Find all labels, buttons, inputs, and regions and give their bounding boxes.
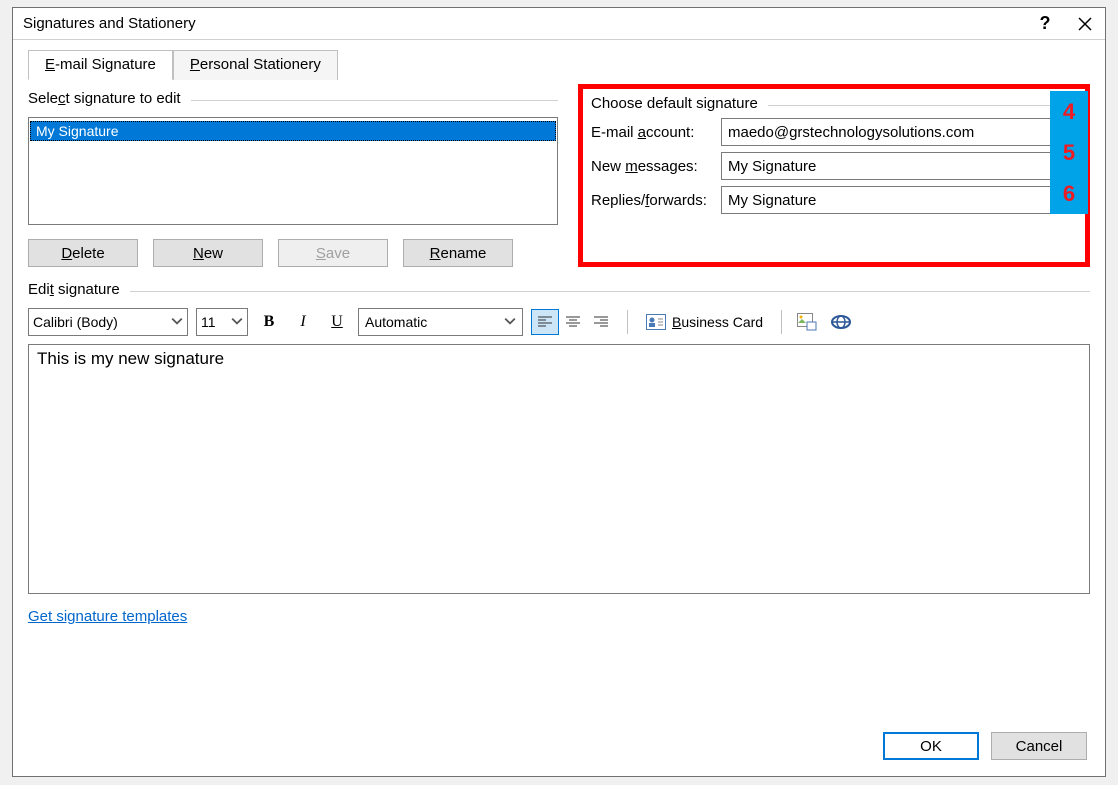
delete-button[interactable]: Delete xyxy=(28,239,138,267)
font-dropdown[interactable]: Calibri (Body) xyxy=(28,308,188,336)
chevron-down-icon xyxy=(171,314,183,330)
align-center-icon xyxy=(565,315,581,329)
editor-text: This is my new signature xyxy=(37,349,1081,369)
formatting-toolbar: Calibri (Body) 11 B I U Automatic Busine… xyxy=(28,306,1090,338)
chevron-down-icon xyxy=(504,314,516,330)
separator xyxy=(627,310,628,334)
align-right-icon xyxy=(593,315,609,329)
align-left-button[interactable] xyxy=(531,309,559,335)
close-icon xyxy=(1078,17,1092,31)
tab-content: Select signature to edit My Signature De… xyxy=(28,80,1090,625)
new-messages-dropdown[interactable]: My Signature xyxy=(721,152,1077,180)
rename-button[interactable]: Rename xyxy=(403,239,513,267)
select-signature-label: Select signature to edit xyxy=(28,90,558,107)
align-left-icon xyxy=(537,315,553,329)
save-button: Save xyxy=(278,239,388,267)
font-size-dropdown[interactable]: 11 xyxy=(196,308,248,336)
replies-forwards-dropdown[interactable]: My Signature xyxy=(721,186,1077,214)
annotation-markers: 4 5 6 xyxy=(1050,91,1088,214)
cancel-button[interactable]: Cancel xyxy=(991,732,1087,760)
tab-personal-stationery[interactable]: Personal Stationery xyxy=(173,50,338,80)
signature-editor[interactable]: This is my new signature xyxy=(28,344,1090,594)
tab-email-signature[interactable]: E-mail Signature xyxy=(28,50,173,80)
choose-default-group: Choose default signature E-mail account:… xyxy=(578,84,1090,267)
marker-6: 6 xyxy=(1050,173,1088,214)
separator xyxy=(781,310,782,334)
dialog-body: E-mail Signature Personal Stationery Sel… xyxy=(13,40,1105,720)
insert-hyperlink-button[interactable] xyxy=(828,309,854,335)
email-account-label: E-mail account: xyxy=(591,124,721,141)
close-button[interactable] xyxy=(1065,8,1105,40)
marker-4: 4 xyxy=(1050,91,1088,132)
dialog-title: Signatures and Stationery xyxy=(23,15,1025,32)
signature-list-item[interactable]: My Signature xyxy=(30,121,556,141)
ok-button[interactable]: OK xyxy=(883,732,979,760)
marker-5: 5 xyxy=(1050,132,1088,173)
new-messages-label: New messages: xyxy=(591,158,721,175)
hyperlink-icon xyxy=(830,314,852,330)
chevron-down-icon xyxy=(231,314,243,330)
email-account-dropdown[interactable]: maedo@grstechnologysolutions.com xyxy=(721,118,1077,146)
business-card-button[interactable]: Business Card xyxy=(640,314,769,330)
get-templates-link[interactable]: Get signature templates xyxy=(28,608,187,625)
align-right-button[interactable] xyxy=(587,309,615,335)
edit-signature-label: Edit signature xyxy=(28,281,1090,298)
business-card-icon xyxy=(646,314,666,330)
bold-button[interactable]: B xyxy=(256,309,282,335)
new-button[interactable]: New xyxy=(153,239,263,267)
font-color-dropdown[interactable]: Automatic xyxy=(358,308,523,336)
choose-default-label: Choose default signature xyxy=(591,95,1077,112)
tab-bar: E-mail Signature Personal Stationery xyxy=(28,50,1090,80)
underline-button[interactable]: U xyxy=(324,309,350,335)
help-button[interactable]: ? xyxy=(1025,8,1065,40)
replies-forwards-label: Replies/forwards: xyxy=(591,192,721,209)
align-center-button[interactable] xyxy=(559,309,587,335)
picture-icon xyxy=(797,313,817,331)
insert-picture-button[interactable] xyxy=(794,309,820,335)
dialog-footer: OK Cancel xyxy=(13,720,1105,776)
signature-list[interactable]: My Signature xyxy=(28,117,558,225)
titlebar: Signatures and Stationery ? xyxy=(13,8,1105,40)
italic-button[interactable]: I xyxy=(290,309,316,335)
signatures-dialog: Signatures and Stationery ? E-mail Signa… xyxy=(12,7,1106,777)
